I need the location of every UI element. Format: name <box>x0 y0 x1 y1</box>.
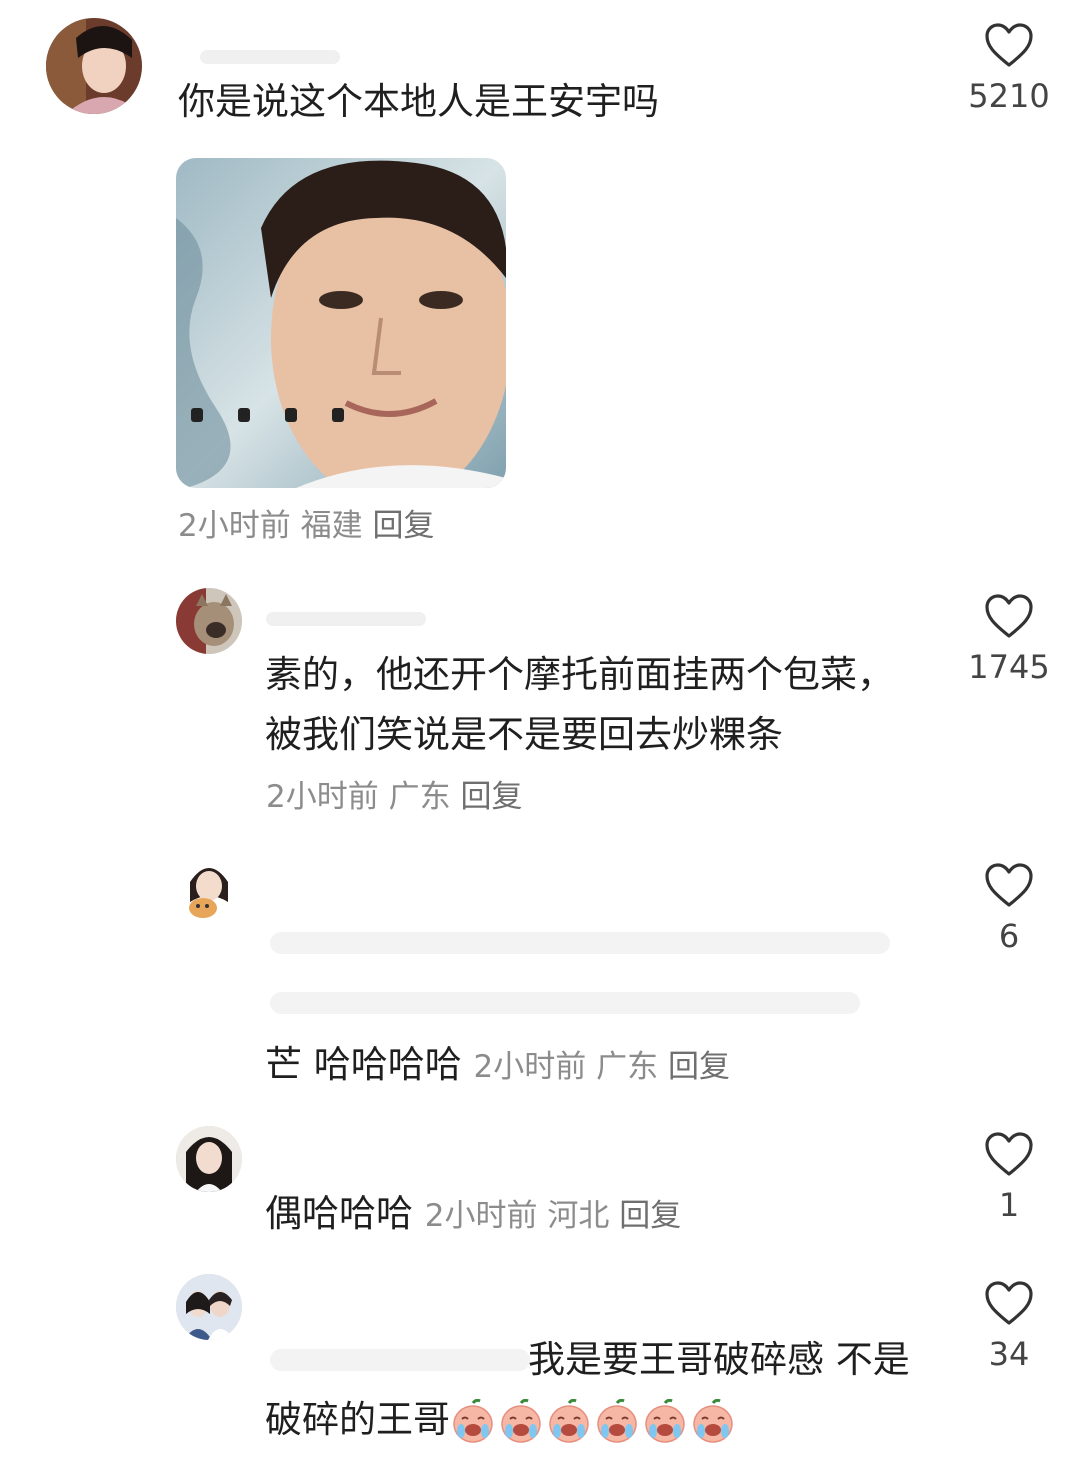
comment-text-line2: 被我们笑说是不是要回去炒粿条 <box>265 713 783 756</box>
avatar[interactable] <box>176 1126 242 1192</box>
crying-peach-emoji <box>498 1398 544 1445</box>
heart-outline-icon <box>985 863 1033 907</box>
crying-peach-emoji <box>450 1398 496 1445</box>
like-count: 6 <box>998 917 1020 955</box>
comment-body: 偶哈哈哈 <box>265 1192 413 1235</box>
comment-location: 广东 <box>596 1049 659 1085</box>
heart-outline-icon <box>985 594 1033 638</box>
comment-text-line1: 我是要王哥破碎感 不是 <box>528 1338 910 1381</box>
like-button[interactable]: 1745 <box>954 593 1064 685</box>
reply-button[interactable]: 回复 <box>619 1198 681 1234</box>
comment-text-line1: 素的，他还开个摩托前面挂两个包菜， <box>265 653 894 696</box>
like-count: 1745 <box>968 648 1050 686</box>
avatar[interactable] <box>46 18 142 114</box>
comment-location: 广东 <box>388 779 451 815</box>
emoji-row <box>450 1398 738 1443</box>
like-button[interactable]: 6 <box>954 862 1064 954</box>
like-count: 5210 <box>968 77 1050 115</box>
avatar[interactable] <box>176 856 242 922</box>
heart-outline-icon <box>985 1281 1033 1325</box>
reply-button[interactable]: 回复 <box>460 779 522 815</box>
comment-text-line2: 破碎的王哥 <box>265 1390 738 1450</box>
blurred-text <box>270 992 860 1014</box>
like-count: 1 <box>998 1186 1020 1224</box>
partial-char: 芒 <box>265 1043 302 1086</box>
avatar[interactable] <box>176 588 242 654</box>
comment-image[interactable] <box>176 158 506 488</box>
avatar[interactable] <box>176 1274 242 1340</box>
like-button[interactable]: 5210 <box>954 22 1064 114</box>
comment-time: 2小时前 <box>178 508 291 544</box>
reply-button[interactable]: 回复 <box>372 508 434 544</box>
comment-time: 2小时前 <box>266 779 379 815</box>
heart-outline-icon <box>985 23 1033 67</box>
crying-peach-emoji <box>546 1398 592 1445</box>
comment-meta: 2小时前 广东 回复 <box>474 1049 730 1085</box>
comment-time: 2小时前 <box>424 1198 538 1234</box>
comment-location: 福建 <box>300 508 363 544</box>
comment-body: 破碎的王哥 <box>265 1398 450 1441</box>
blurred-text <box>270 1349 530 1371</box>
comment-meta: 2小时前 广东 回复 <box>266 775 522 819</box>
blurred-text <box>270 932 890 954</box>
blurred-username <box>266 612 426 626</box>
comment-body: 哈哈哈哈 <box>313 1043 462 1086</box>
comment-time: 2小时前 <box>473 1049 587 1085</box>
comment-text: 偶哈哈哈 2小时前 河北 回复 <box>265 1184 681 1244</box>
like-count: 34 <box>988 1335 1030 1373</box>
like-button[interactable]: 34 <box>954 1280 1064 1372</box>
blurred-username <box>200 50 340 64</box>
comment-text: 你是说这个本地人是王安宇吗 <box>178 80 659 123</box>
comment-location: 河北 <box>547 1198 610 1234</box>
comment-text: 芒 哈哈哈哈 2小时前 广东 回复 <box>265 1035 730 1095</box>
like-button[interactable]: 1 <box>954 1131 1064 1223</box>
crying-peach-emoji <box>642 1398 688 1445</box>
comment-meta: 2小时前 河北 回复 <box>425 1198 681 1234</box>
heart-outline-icon <box>985 1132 1033 1176</box>
reply-button[interactable]: 回复 <box>668 1049 730 1085</box>
crying-peach-emoji <box>594 1398 640 1445</box>
crying-peach-emoji <box>690 1398 736 1445</box>
comment-meta: 2小时前 福建 回复 <box>178 504 434 548</box>
